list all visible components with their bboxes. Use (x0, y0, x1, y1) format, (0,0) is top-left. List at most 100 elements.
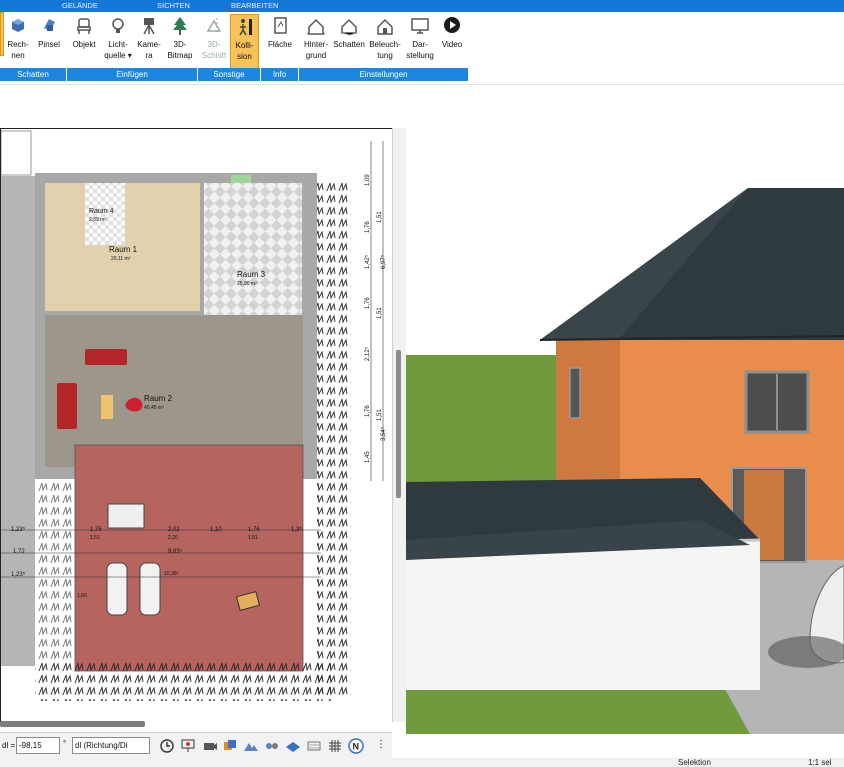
direction-dropdown-value: dl (Richtung/Di (75, 741, 128, 750)
camera-tripod-icon (143, 18, 155, 35)
group-schatten: Schatten (0, 68, 66, 81)
floor-plan-canvas: Raum 4 2,89 m² Raum 1 20,11 m² Raum 3 25… (1, 130, 387, 701)
monitor-icon (411, 18, 429, 34)
bitmap3d-label: 3D- Bitmap (167, 40, 193, 60)
status-mode: Selektion (678, 758, 711, 767)
dim-vertical-10: 3,54⁵ (380, 426, 387, 441)
garage-area: 10,36² (164, 571, 179, 577)
pinsel-button[interactable]: Pinsel (35, 14, 63, 70)
schatten-label: Schatten (333, 40, 365, 49)
dim-vertical-4: 6,97⁵ (380, 254, 387, 269)
camera-icon[interactable] (202, 738, 218, 754)
dim-vertical-0: 1,09 (365, 174, 371, 186)
floor-plan-view[interactable]: Raum 4 2,89 m² Raum 1 20,11 m² Raum 3 25… (0, 128, 392, 722)
dim-h1-0: 1,23⁵ (11, 526, 26, 533)
hintergrund-button[interactable]: Hinter- grund (300, 14, 332, 70)
grid-icon[interactable] (327, 738, 343, 754)
grass (406, 355, 556, 495)
raum1-name: Raum 1 (109, 245, 138, 254)
flaeche-button[interactable]: Fläche (264, 14, 296, 70)
dim-vertical-3: 1,42⁵ (364, 254, 371, 269)
dim-h1-1: 1,76 (90, 527, 102, 533)
dim-vertical-2: 1,76 (365, 221, 371, 233)
lichtquelle-button[interactable]: Licht- quelle ▾ (101, 14, 135, 70)
tab-bearbeiten[interactable]: BEARBEITEN (231, 1, 279, 10)
svg-text:N: N (353, 742, 360, 752)
objekt-button[interactable]: Objekt (69, 14, 99, 70)
status-scale: 1:1 sel (808, 758, 832, 767)
rechnen-label: Rech- nen (7, 40, 29, 60)
dim-vertical-6: 1,51 (377, 307, 383, 319)
dim-h1b-1: 2,20 (168, 535, 178, 541)
area-document-icon (274, 17, 287, 34)
dim-vertical-7: 2,12⁵ (364, 346, 371, 361)
dl-input[interactable]: -98,15 (16, 737, 60, 754)
dl-label: dl = (2, 741, 16, 750)
cube-icon (12, 19, 24, 32)
dim-vertical-8: 1,76 (365, 405, 371, 417)
kollision-label: Kolli- sion (235, 41, 254, 61)
house-light-icon (377, 18, 393, 35)
dim-h3-0: 1,23⁵ (11, 571, 26, 578)
kamera-button[interactable]: Kame- ra (135, 14, 163, 70)
chair-icon (77, 18, 91, 34)
splitter-handle[interactable] (396, 350, 401, 498)
tab-sichten[interactable]: SICHTEN (157, 1, 190, 10)
rechnen-button[interactable]: Rech- nen (5, 14, 31, 70)
dim-h1-2: 2,02 (168, 527, 180, 533)
kollision-button[interactable]: Kolli- sion (230, 14, 259, 70)
tree-icon (173, 17, 187, 35)
raum2-area: 40,45 m² (144, 405, 164, 411)
dim-h1-3: 1,10 (210, 527, 222, 533)
texture-icon[interactable] (306, 738, 322, 754)
lichtquelle-label: Licht- quelle ▾ (104, 40, 132, 60)
status-bar: Selektion 1:1 sel (0, 758, 844, 767)
darstellung-button[interactable]: Dar- stellung (404, 14, 436, 70)
more-options-icon[interactable]: ⋮ (376, 739, 386, 750)
bottom-toolbar: dl = -98,15 ° dl (Richtung/Di N ⋮ (0, 732, 392, 758)
clock-icon[interactable] (159, 738, 175, 754)
schatten-button[interactable]: Schatten (332, 14, 366, 70)
objects-icon[interactable] (264, 738, 280, 754)
raum4-area: 2,89 m² (89, 217, 106, 223)
house-landscape-icon (307, 18, 325, 35)
dim-h1-5: 1,3⁵ (291, 526, 302, 533)
schnitt3d-button[interactable]: 3D- Schnitt (200, 14, 228, 70)
garage-wall (406, 540, 760, 690)
schnitt3d-label: 3D- Schnitt (201, 40, 227, 60)
bitmap3d-button[interactable]: 3D- Bitmap (165, 14, 195, 70)
group-einfuegen: Einfügen (67, 68, 197, 81)
video-button[interactable]: Video (438, 14, 466, 70)
layers-icon[interactable] (222, 738, 238, 754)
dim-h1b-2: 1,51 (248, 535, 258, 541)
dim-vertical-11: 1,45 (365, 451, 371, 463)
kamera-label: Kame- ra (137, 40, 161, 60)
dim-vertical-1: 1,51 (377, 211, 383, 223)
tab-gelaende[interactable]: GELÄNDE (62, 1, 98, 10)
room-raum2 (45, 315, 303, 467)
direction-dropdown[interactable]: dl (Richtung/Di (72, 737, 150, 754)
dim-misc-0: 1,60 (77, 593, 87, 599)
ribbon-tab-bar: GELÄNDE SICHTEN BEARBEITEN (0, 0, 844, 12)
raum1-area: 20,11 m² (111, 256, 131, 262)
north-arrow-icon[interactable]: N (348, 738, 364, 754)
garage-floor (74, 444, 304, 672)
hintergrund-label: Hinter- grund (303, 40, 328, 60)
walking-person-icon (238, 19, 252, 36)
3d-view[interactable] (406, 128, 844, 734)
section-cut-icon (206, 18, 222, 34)
group-info: Info (261, 68, 298, 81)
presentation-icon[interactable] (180, 738, 196, 754)
beleuchtung-button[interactable]: Beleuch- tung (366, 14, 404, 70)
pinsel-label: Pinsel (38, 40, 60, 49)
darstellung-label: Dar- stellung (406, 40, 434, 60)
floor-plane-icon[interactable] (285, 738, 301, 754)
dim-h1-4: 1,76 (248, 527, 260, 533)
horizontal-scrollbar[interactable] (0, 721, 145, 727)
3d-scene (406, 128, 844, 734)
house-shadow-icon (341, 18, 357, 36)
ribbon: Rech- nen Pinsel Objekt Licht- quelle ▾ … (0, 12, 470, 82)
raum3-name: Raum 3 (237, 270, 266, 279)
dim-h1b-0: 1,51 (90, 535, 100, 541)
terrain-icon[interactable] (243, 738, 259, 754)
